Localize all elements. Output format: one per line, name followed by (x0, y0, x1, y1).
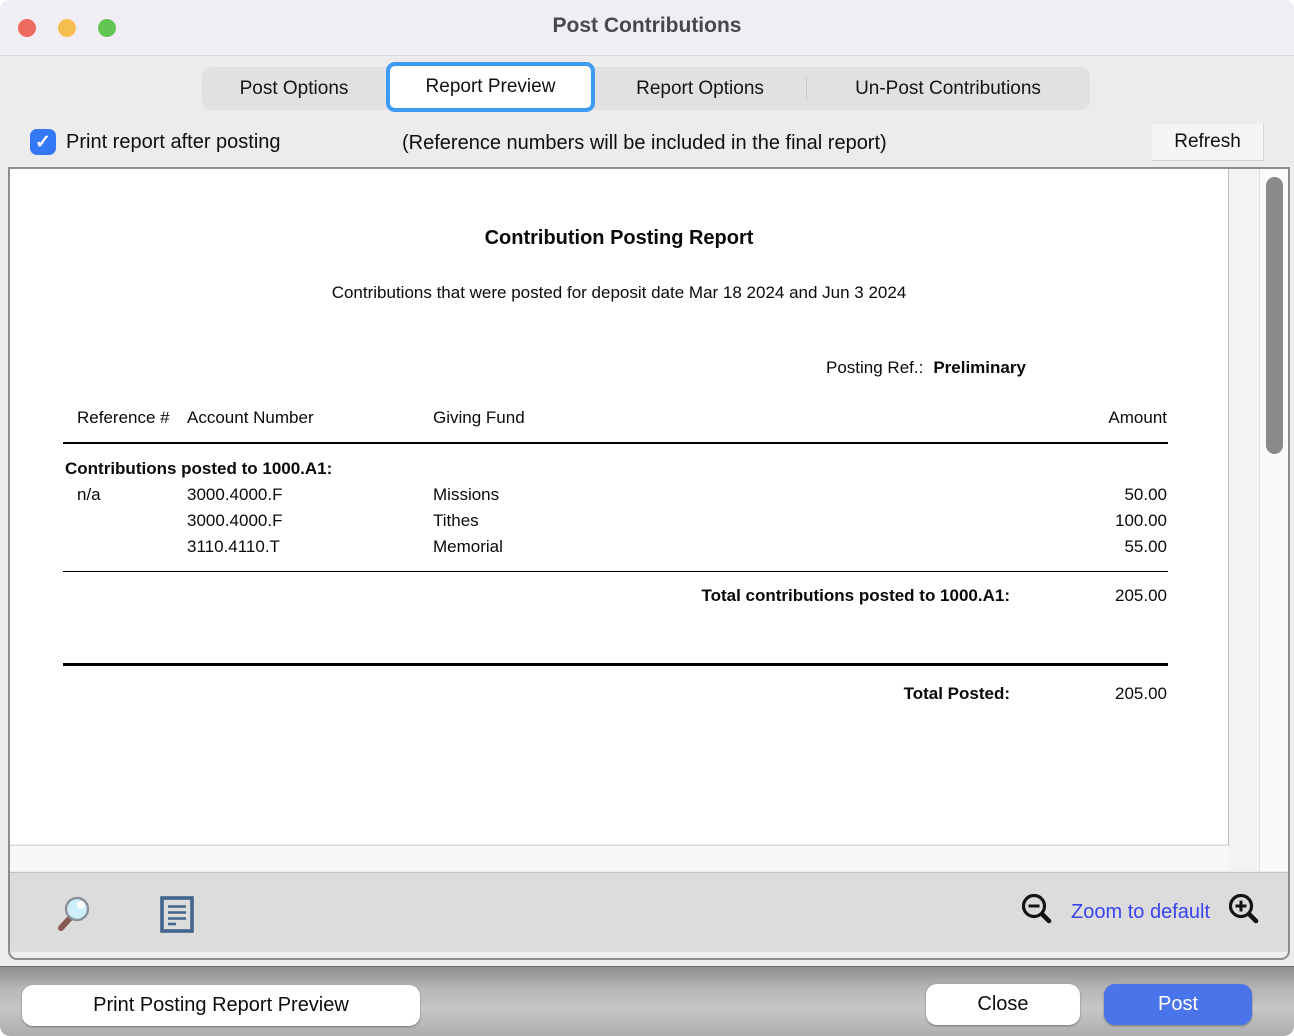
report-rule-grand-total (63, 663, 1168, 666)
row-fund: Tithes (433, 510, 479, 532)
row-amount: 100.00 (1115, 510, 1167, 532)
tab-divider (806, 77, 807, 100)
preview-right-gutter (1229, 169, 1259, 871)
report-rule-header (63, 442, 1168, 444)
reference-numbers-note: (Reference numbers will be included in t… (402, 132, 887, 155)
tab-report-options[interactable]: Report Options (594, 67, 806, 110)
print-report-checkbox[interactable]: ✓ (30, 129, 56, 155)
preview-toolbar: Zoom to default (10, 872, 1288, 952)
total-posted-amount: 205.00 (1115, 683, 1167, 705)
row-fund: Memorial (433, 536, 503, 558)
bottom-action-bar: Print Posting Report Preview Close Post (0, 966, 1294, 1036)
group-total-amount: 205.00 (1115, 585, 1167, 607)
group-total-label: Total contributions posted to 1000.A1: (701, 585, 1010, 607)
row-fund: Missions (433, 484, 499, 506)
close-button[interactable]: Close (926, 984, 1080, 1025)
col-header-fund: Giving Fund (433, 407, 525, 429)
col-header-amount: Amount (1108, 407, 1167, 429)
post-contributions-window: Post Contributions Post Options Report O… (0, 0, 1294, 1036)
row-reference: n/a (77, 484, 101, 506)
post-button[interactable]: Post (1104, 984, 1252, 1025)
group-header: Contributions posted to 1000.A1: (65, 458, 332, 480)
col-header-reference: Reference # (77, 407, 170, 429)
row-amount: 50.00 (1124, 484, 1167, 506)
vertical-scrollbar[interactable] (1259, 169, 1288, 871)
checkmark-icon: ✓ (35, 131, 51, 154)
report-subtitle: Contributions that were posted for depos… (10, 282, 1228, 304)
tab-report-preview[interactable]: Report Preview (386, 62, 595, 112)
report-preview-panel: Contribution Posting Report Contribution… (8, 167, 1290, 960)
row-account: 3000.4000.F (187, 510, 282, 532)
row-account: 3000.4000.F (187, 484, 282, 506)
zoom-controls: Zoom to default (1019, 873, 1262, 952)
report-title: Contribution Posting Report (10, 227, 1228, 249)
refresh-button[interactable]: Refresh (1152, 124, 1264, 161)
tab-bar: Post Options Report Options Un-Post Cont… (202, 67, 1090, 110)
posting-ref-line: Posting Ref.: Preliminary (826, 357, 1026, 379)
document-report-icon[interactable] (160, 896, 194, 938)
title-bar: Post Contributions (0, 0, 1294, 56)
total-posted-label: Total Posted: (904, 683, 1010, 705)
zoom-in-icon[interactable] (1226, 892, 1262, 934)
row-account: 3110.4110.T (187, 536, 280, 558)
horizontal-scrollbar[interactable] (10, 845, 1229, 871)
row-amount: 55.00 (1124, 536, 1167, 558)
posting-ref-label: Posting Ref.: (826, 358, 923, 377)
print-posting-report-preview-button[interactable]: Print Posting Report Preview (22, 985, 420, 1026)
posting-ref-value: Preliminary (933, 358, 1026, 377)
vertical-scrollbar-thumb[interactable] (1266, 177, 1283, 454)
tab-un-post-contributions[interactable]: Un-Post Contributions (806, 67, 1090, 110)
magnifier-icon[interactable] (52, 893, 92, 940)
report-rule-group-total (63, 571, 1168, 572)
tab-post-options[interactable]: Post Options (202, 67, 386, 110)
zoom-out-icon[interactable] (1019, 892, 1055, 934)
report-page: Contribution Posting Report Contribution… (10, 169, 1228, 844)
window-title: Post Contributions (0, 14, 1294, 38)
zoom-to-default-link[interactable]: Zoom to default (1071, 901, 1210, 924)
print-report-checkbox-label[interactable]: Print report after posting (66, 131, 281, 154)
col-header-account: Account Number (187, 407, 314, 429)
